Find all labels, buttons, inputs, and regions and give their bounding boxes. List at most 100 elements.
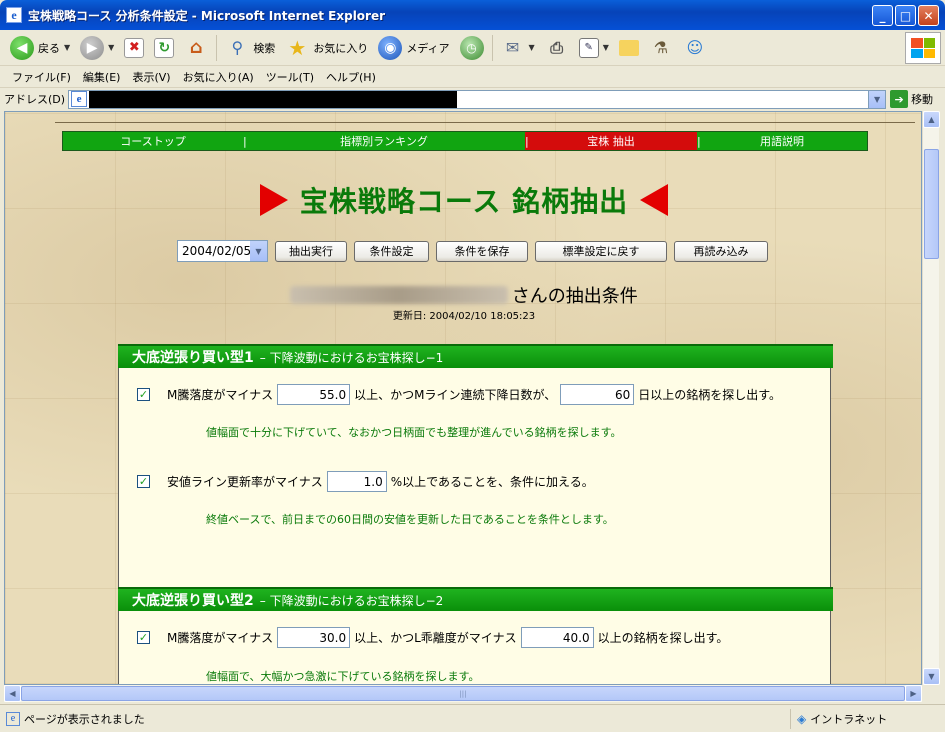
menu-edit[interactable]: 編集(E) <box>77 69 127 85</box>
printer-icon: ⎙ <box>550 37 564 57</box>
scroll-up-button[interactable]: ▲ <box>923 111 940 128</box>
zone-label: イントラネット <box>810 713 888 726</box>
condition-note: 終値ベースで、前日までの60日間の安値を更新した日であることを条件とします。 <box>206 513 614 526</box>
media-label: メディア <box>406 41 450 55</box>
scroll-down-button[interactable]: ▼ <box>923 668 940 685</box>
nav-glossary[interactable]: 用語説明 <box>697 132 867 150</box>
chevron-down-icon[interactable]: ▼ <box>250 241 267 261</box>
messenger-button[interactable]: ☺ <box>681 33 709 63</box>
windows-logo-icon <box>905 32 941 64</box>
page-icon: e <box>71 91 88 107</box>
back-button[interactable]: ◀ 戻る ▼ <box>8 33 72 63</box>
menu-favorites[interactable]: お気に入り(A) <box>177 69 260 85</box>
media-button[interactable]: ◉ メディア <box>376 33 451 63</box>
refresh-button[interactable]: ↻ <box>152 33 176 63</box>
address-input[interactable]: e ▼ <box>68 89 887 109</box>
control-row: 2004/02/05 ▼ 抽出実行 条件設定 条件を保存 標準設定に戻す 再読み… <box>177 240 768 262</box>
search-button[interactable]: ⚲ 検索 <box>223 33 277 63</box>
chevron-down-icon[interactable]: ▼ <box>108 43 114 52</box>
vertical-scrollbar[interactable]: ▲ ▼ <box>922 111 940 685</box>
condition-checkbox[interactable]: ✓ <box>137 475 150 488</box>
date-value: 2004/02/05 <box>182 244 252 258</box>
forward-button[interactable]: ▶ ▼ <box>78 33 116 63</box>
page-heading: 宝株戦略コース 銘柄抽出 <box>5 182 921 218</box>
page-icon: e <box>6 711 20 726</box>
forward-arrow-icon: ▶ <box>80 35 105 60</box>
scroll-thumb[interactable]: ||| <box>21 686 905 701</box>
maximize-button[interactable]: □ <box>895 5 916 26</box>
edit-button[interactable]: ✎ ▼ <box>577 33 611 63</box>
refresh-icon: ↻ <box>154 37 175 58</box>
condition-note: 値幅面で、大幅かつ急激に下げている銘柄を探します。 <box>206 670 480 683</box>
condition-text: 日以上の銘柄を探し出す。 <box>638 388 782 402</box>
search-label: 検索 <box>253 41 276 55</box>
discuss-button[interactable] <box>617 33 641 63</box>
menu-view[interactable]: 表示(V) <box>126 69 176 85</box>
history-button[interactable]: ◷ <box>458 33 486 63</box>
reload-button[interactable]: 再読み込み <box>674 240 768 262</box>
value-input[interactable]: 1.0 <box>326 471 387 492</box>
back-arrow-icon: ◀ <box>10 35 34 60</box>
nav-course-top[interactable]: コーストップ <box>63 132 243 150</box>
condition-settings-button[interactable]: 条件設定 <box>354 240 429 262</box>
go-button[interactable]: ➔ 移動 <box>890 90 933 108</box>
value-input[interactable]: 55.0 <box>277 384 351 405</box>
chevron-down-icon[interactable]: ▼ <box>64 43 70 52</box>
date-select[interactable]: 2004/02/05 ▼ <box>177 240 268 262</box>
condition-checkbox[interactable]: ✓ <box>137 388 150 401</box>
menu-tools[interactable]: ツール(T) <box>260 69 320 85</box>
condition-row: ✓ M騰落度がマイナス 30.0 以上、かつL乖離度がマイナス 40.0 以上の… <box>137 627 728 648</box>
chevron-down-icon[interactable]: ▼ <box>603 43 609 52</box>
status-bar: e ページが表示されました ◈ イントラネット <box>0 704 945 732</box>
print-button[interactable]: ⎙ <box>543 33 571 63</box>
section-header: 大底逆張り買い型2 – 下降波動におけるお宝株探し−2 <box>118 587 833 611</box>
stop-button[interactable]: ✖ <box>122 33 146 63</box>
media-globe-icon: ◉ <box>378 35 403 60</box>
edit-icon: ✎ <box>578 37 599 58</box>
security-zone: ◈ イントラネット <box>790 709 887 729</box>
run-extract-button[interactable]: 抽出実行 <box>275 240 347 262</box>
section-title: 大底逆張り買い型2 <box>132 593 254 609</box>
research-button[interactable]: ⚗ <box>647 33 675 63</box>
go-arrow-icon: ➔ <box>890 90 909 108</box>
favorites-button[interactable]: ★ お気に入り <box>283 33 370 63</box>
condition-text: M騰落度がマイナス <box>167 631 274 645</box>
condition-text: 以上、かつMライン連続下降日数が、 <box>354 388 557 402</box>
horizontal-scrollbar[interactable]: ◀ ||| ▶ <box>4 685 922 702</box>
value-input[interactable]: 30.0 <box>277 627 351 648</box>
reset-defaults-button[interactable]: 標準設定に戻す <box>535 240 667 262</box>
intranet-icon: ◈ <box>797 712 807 726</box>
menu-file[interactable]: ファイル(F) <box>6 69 77 85</box>
arrow-left-icon <box>640 184 669 216</box>
close-button[interactable]: ✕ <box>918 5 939 26</box>
menu-help[interactable]: ヘルプ(H) <box>320 69 382 85</box>
standard-toolbar: ◀ 戻る ▼ ▶ ▼ ✖ ↻ ⌂ ⚲ 検索 ★ お気に入り ◉ メディア ◷ ✉… <box>0 30 945 66</box>
page-viewport: コーストップ 指標別ランキング 宝株 抽出 用語説明 宝株戦略コース 銘柄抽出 … <box>4 111 922 685</box>
chevron-down-icon[interactable]: ▼ <box>529 43 535 52</box>
chevron-down-icon[interactable]: ▼ <box>868 90 886 108</box>
home-button[interactable]: ⌂ <box>182 33 210 63</box>
status-text: ページが表示されました <box>24 712 145 726</box>
scroll-right-button[interactable]: ▶ <box>905 685 922 702</box>
top-divider <box>55 122 915 123</box>
user-line: さんの抽出条件 <box>5 282 921 308</box>
save-conditions-button[interactable]: 条件を保存 <box>436 240 528 262</box>
mail-button[interactable]: ✉ ▼ <box>499 33 537 63</box>
window-title: 宝株戦略コース 分析条件設定 - Microsoft Internet Expl… <box>28 8 386 23</box>
history-icon: ◷ <box>459 35 484 60</box>
research-icon: ⚗ <box>653 38 669 57</box>
condition-text: M騰落度がマイナス <box>167 388 274 402</box>
address-label: アドレス(D) <box>4 93 66 106</box>
condition-checkbox[interactable]: ✓ <box>137 631 150 644</box>
scroll-thumb[interactable] <box>924 149 939 259</box>
value-input[interactable]: 60 <box>560 384 635 405</box>
nav-extract[interactable]: 宝株 抽出 <box>525 132 697 150</box>
scroll-left-button[interactable]: ◀ <box>4 685 21 702</box>
menu-bar: ファイル(F) 編集(E) 表示(V) お気に入り(A) ツール(T) ヘルプ(… <box>0 66 945 88</box>
favorites-label: お気に入り <box>313 41 369 55</box>
section-subtitle: – 下降波動におけるお宝株探し−1 <box>259 350 444 365</box>
nav-ranking[interactable]: 指標別ランキング <box>243 132 525 150</box>
section-subtitle: – 下降波動におけるお宝株探し−2 <box>259 593 444 608</box>
value-input[interactable]: 40.0 <box>520 627 594 648</box>
minimize-button[interactable]: _ <box>872 5 893 26</box>
